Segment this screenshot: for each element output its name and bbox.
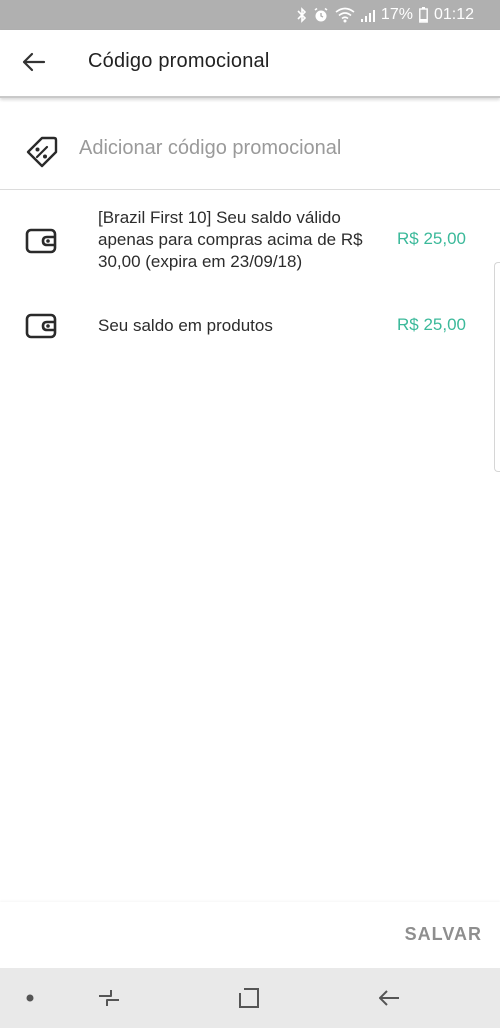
bottom-action-bar: SALVAR (0, 902, 500, 968)
back-icon[interactable] (374, 984, 404, 1012)
home-icon[interactable] (234, 984, 264, 1012)
credit-amount: R$ 25,00 (397, 315, 466, 334)
save-button[interactable]: SALVAR (405, 924, 482, 945)
dot-icon[interactable] (15, 984, 45, 1012)
battery-icon (419, 7, 428, 23)
battery-percent: 17% (380, 6, 413, 23)
wallet-icon (25, 312, 59, 340)
status-time: 01:12 (433, 6, 474, 23)
system-nav-bar (0, 968, 500, 1028)
credit-description: Seu saldo em produtos (98, 316, 273, 335)
list-item: Seu saldo em produtos R$ 25,00 (0, 306, 500, 346)
credit-description: [Brazil First 10] Seu saldo válido apena… (98, 208, 363, 271)
arrow-left-icon (22, 52, 46, 77)
status-bar: 17% 01:12 (0, 0, 500, 30)
wallet-icon (25, 227, 59, 255)
status-indicators: 17% 01:12 (297, 0, 474, 30)
wifi-icon (335, 7, 355, 23)
app-bar: Código promocional (0, 30, 500, 98)
discount-tag-icon (24, 134, 60, 170)
promo-code-input[interactable]: Adicionar código promocional (79, 137, 341, 160)
recent-apps-icon[interactable] (94, 984, 124, 1012)
credit-amount: R$ 25,00 (397, 229, 466, 248)
scrollbar[interactable] (494, 262, 500, 472)
bluetooth-icon (297, 7, 307, 23)
add-promo-code-row[interactable]: Adicionar código promocional (0, 110, 500, 190)
alarm-icon (313, 7, 329, 23)
back-button[interactable] (14, 44, 54, 84)
page-title: Código promocional (88, 50, 270, 72)
signal-icon (360, 7, 375, 23)
list-item: [Brazil First 10] Seu saldo válido apena… (0, 206, 500, 278)
